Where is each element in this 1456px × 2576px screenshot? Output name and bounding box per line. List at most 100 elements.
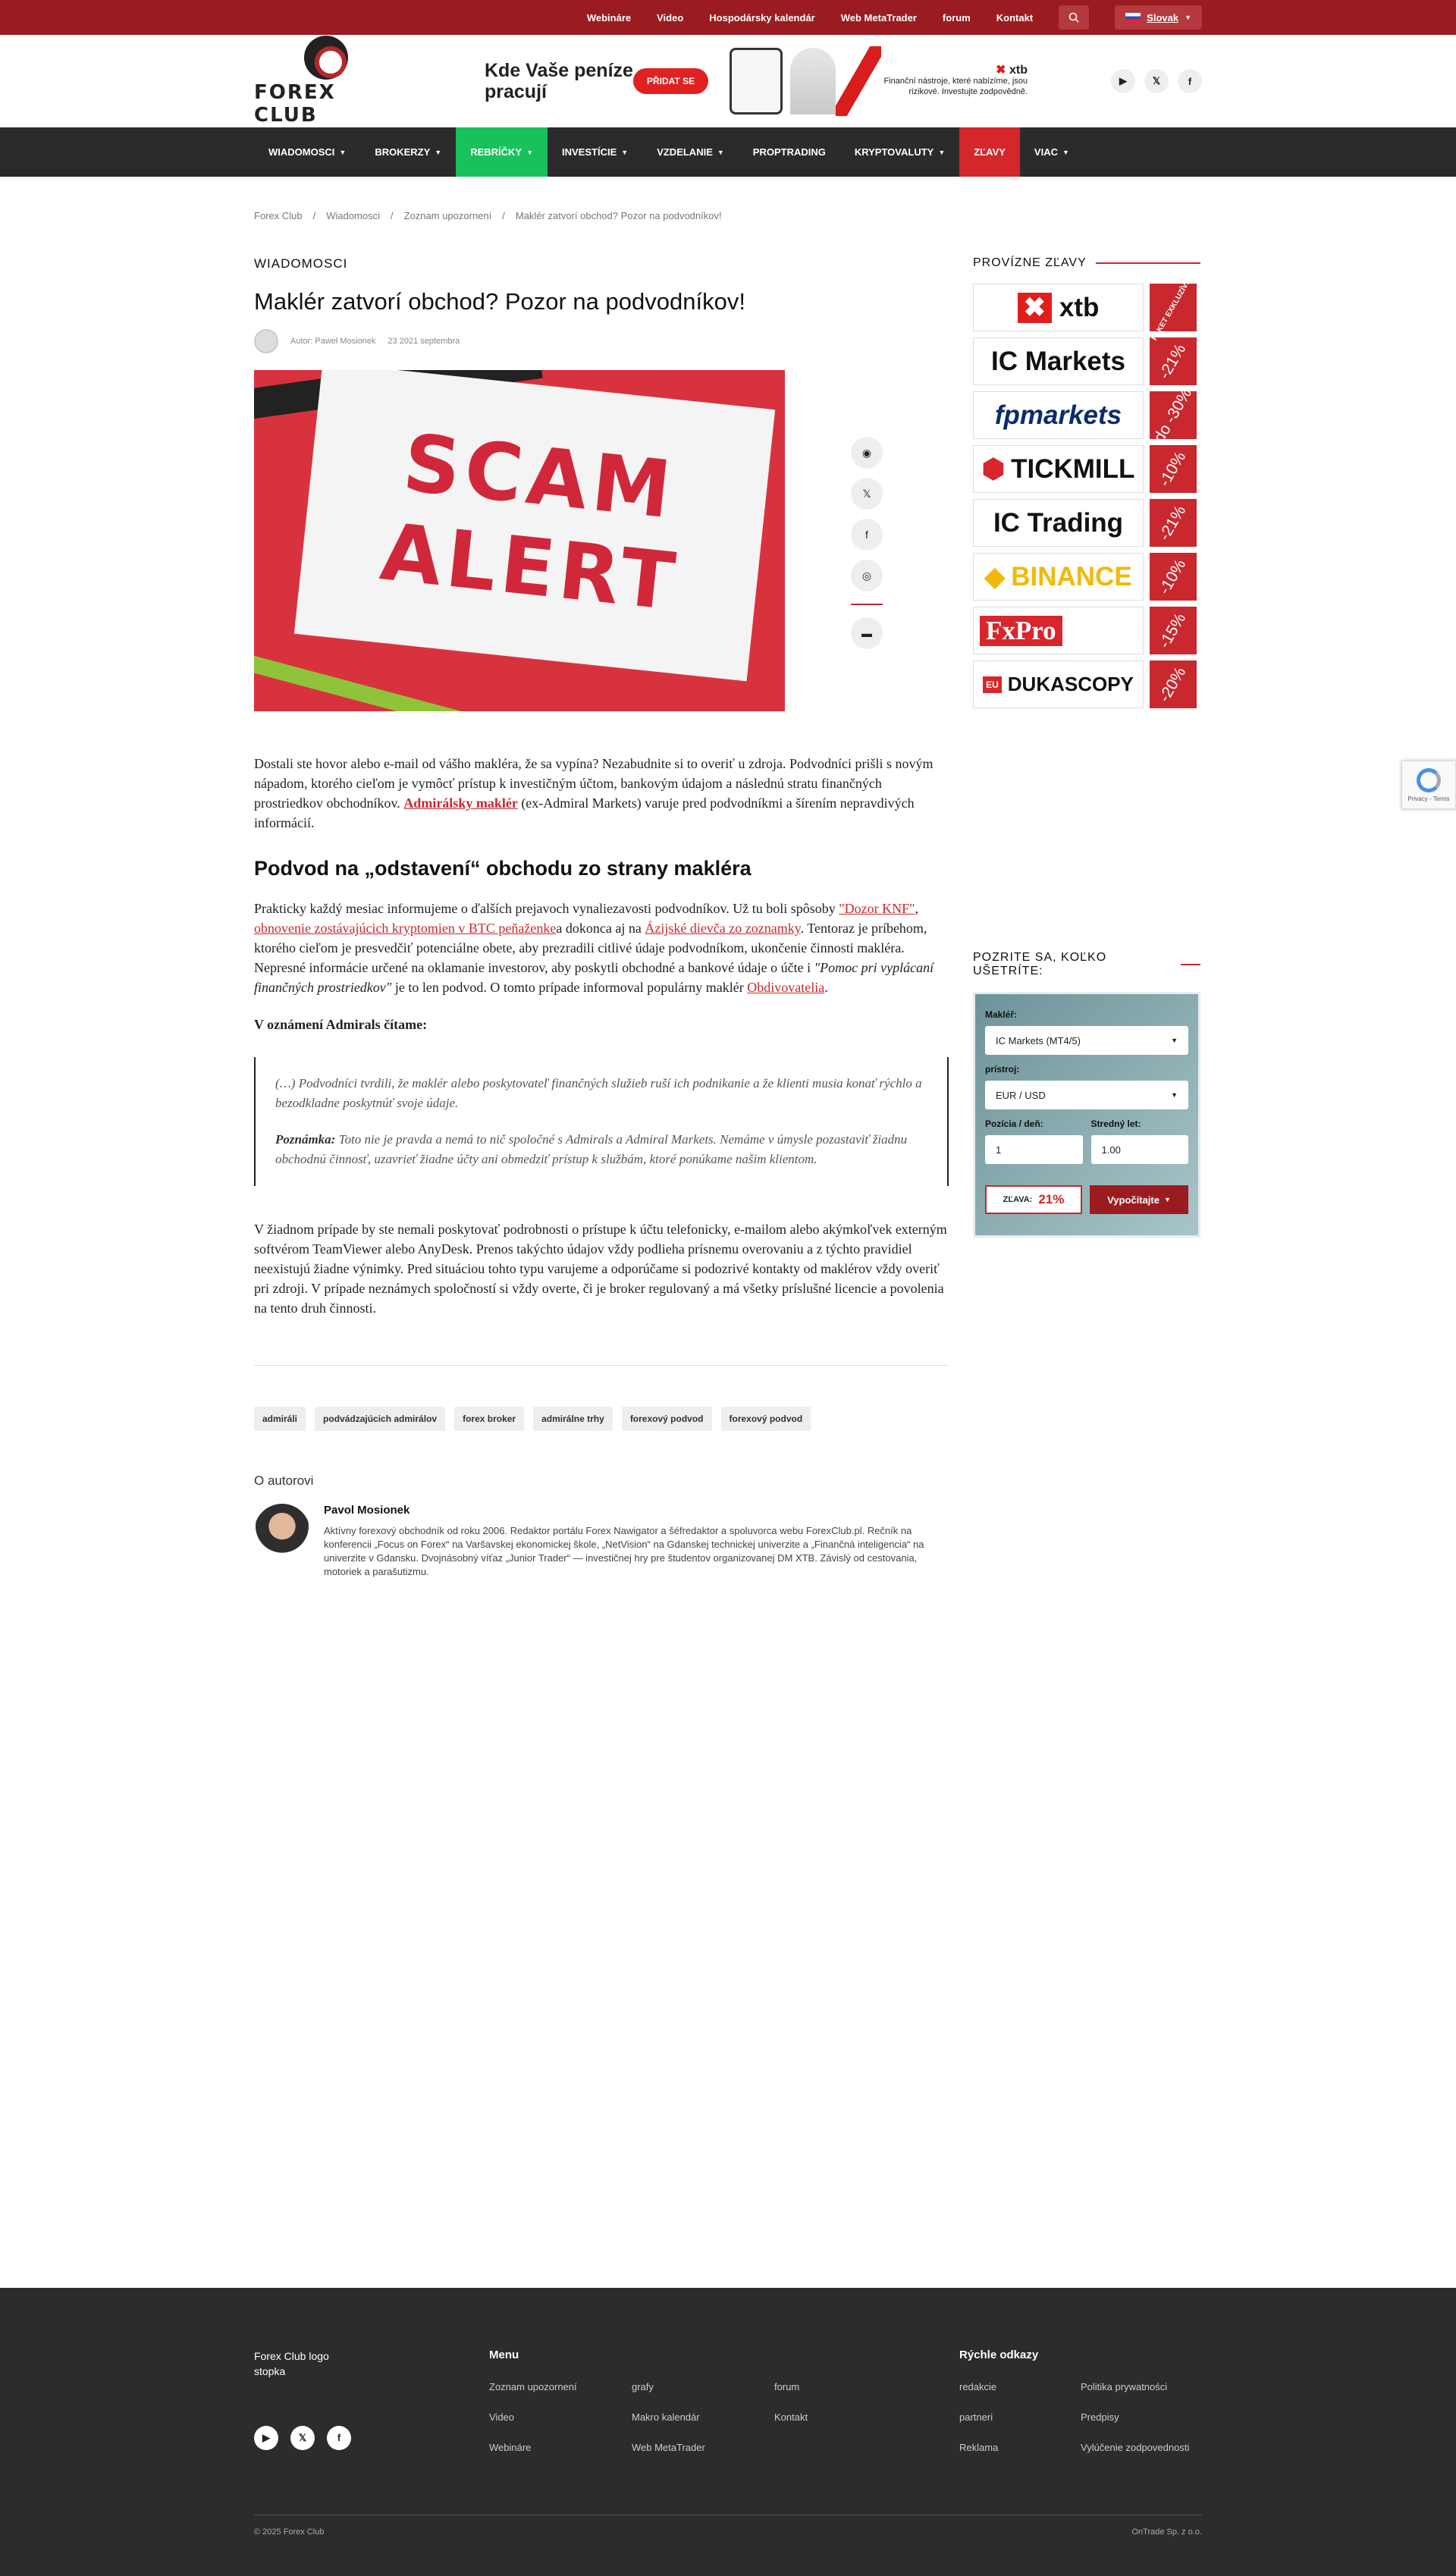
tag[interactable]: forexový podvod xyxy=(621,1407,712,1431)
about-author-heading: O autorovi xyxy=(254,1473,314,1488)
admirals-link[interactable]: Admirálsky maklér xyxy=(403,795,518,811)
footer-quick-links: Rýchle odkazy redakcie Politika prywatno… xyxy=(959,2349,1202,2453)
breadcrumb-home[interactable]: Forex Club xyxy=(254,210,303,221)
nav-viac[interactable]: VIAC ▼ xyxy=(1020,127,1084,177)
nav-wiadomosci[interactable]: WIADOMOSCI ▼ xyxy=(254,127,360,177)
tag[interactable]: podvádzajúcich admirálov xyxy=(315,1407,446,1431)
language-selector[interactable]: Slovak ▼ xyxy=(1115,5,1202,30)
btc-link[interactable]: obnovenie zostávajúcich kryptomien v BTC… xyxy=(254,921,556,936)
footer-link[interactable]: Video xyxy=(489,2411,632,2423)
tag[interactable]: forexový podvod xyxy=(720,1407,811,1431)
instagram-icon[interactable]: ◎ xyxy=(851,560,883,591)
youtube-icon[interactable]: ▶ xyxy=(1111,69,1135,93)
tag[interactable]: admiráli xyxy=(254,1407,306,1431)
nav-investicie[interactable]: INVESTÍCIE ▼ xyxy=(548,127,642,177)
recaptcha-badge[interactable]: Privacy - Terms xyxy=(1401,761,1456,809)
broker-ic-trading[interactable]: IC Trading -21% xyxy=(973,499,1200,547)
footer-link[interactable]: Zoznam upozornení xyxy=(489,2381,632,2392)
author-avatar xyxy=(254,329,278,353)
footer-logo[interactable]: Forex Club logo stopka ▶ 𝕏 f xyxy=(254,2349,489,2453)
breadcrumb-wiadomosci[interactable]: Wiadomosci xyxy=(326,210,380,221)
phone-image xyxy=(730,48,783,115)
footer-link[interactable]: Reklama xyxy=(959,2442,1081,2453)
nav-proptrading[interactable]: PROPTRADING xyxy=(739,127,840,177)
broker-dukascopy[interactable]: EU DUKASCOPY -20% xyxy=(973,660,1200,708)
footer-link[interactable]: forum xyxy=(774,2381,917,2392)
ad-banner[interactable]: Kde Vaše peníze pracují PŘIDAT SE ✖ xtb … xyxy=(482,46,1028,116)
lots-label: Stredný let: xyxy=(1090,1119,1141,1129)
nav-vzdelanie[interactable]: VZDELANIE ▼ xyxy=(642,127,739,177)
knf-link[interactable]: "Dozor KNF" xyxy=(839,901,915,916)
binance-diamond-icon: ◆ xyxy=(984,561,1006,591)
top-link-webinars[interactable]: Webináre xyxy=(587,12,631,24)
footer-link[interactable]: partneri xyxy=(959,2411,1081,2423)
hero-image: SCAM ALERT xyxy=(254,370,785,711)
scam-alert-card: SCAM ALERT xyxy=(293,370,776,682)
comment-icon[interactable]: ▬ xyxy=(851,617,883,649)
sidebar: PROVÍZNE ZĽAVY ✖ xtb PAKET EXKLUZÍVNY IC … xyxy=(973,256,1200,1579)
header: FOREX CLUB Kde Vaše peníze pracují PŘIDA… xyxy=(0,35,1456,127)
broker-ic-markets[interactable]: IC Markets -21% xyxy=(973,337,1200,385)
admirers-link[interactable]: Obdivovatelia xyxy=(747,980,824,995)
broker-tickmill[interactable]: ⬢ TICKMILL -10% xyxy=(973,445,1200,493)
main-nav: WIADOMOSCI ▼ BROKERZY ▼ REBRÍČKY ▼ INVESTÍC… xyxy=(0,127,1456,177)
facebook-icon[interactable]: f xyxy=(851,519,883,551)
footer-link[interactable]: Webináre xyxy=(489,2442,632,2453)
nav-rebricky[interactable]: REBRÍČKY ▼ xyxy=(456,127,548,177)
asian-girl-link[interactable]: Ázijské dievča zo zoznamky xyxy=(645,921,800,936)
banner-button[interactable]: PŘIDAT SE xyxy=(633,68,709,94)
broker-fxpro[interactable]: FxPro -15% xyxy=(973,607,1200,654)
language-label: Slovak xyxy=(1147,11,1179,24)
chevron-down-icon: ▼ xyxy=(1171,1037,1178,1044)
top-link-forum[interactable]: forum xyxy=(943,12,971,24)
banner-right: ✖ xtb Finanční nástroje, které nabízíme,… xyxy=(883,64,1028,97)
broker-binance[interactable]: ◆ BINANCE -10% xyxy=(973,553,1200,601)
caret-down-icon: ▼ xyxy=(1163,1196,1171,1203)
footer-link[interactable]: Vylúčenie zodpovednosti xyxy=(1081,2442,1202,2453)
chevron-down-icon: ▼ xyxy=(717,148,724,156)
tag[interactable]: admirálne trhy xyxy=(533,1407,613,1431)
xtb-x-icon: ✖ xyxy=(996,64,1006,77)
facebook-icon[interactable]: f xyxy=(327,2426,351,2450)
broker-fpmarkets[interactable]: fpmarkets do -30% xyxy=(973,385,1200,445)
lots-input[interactable]: 1.00 xyxy=(1090,1135,1188,1164)
x-twitter-icon[interactable]: 𝕏 xyxy=(290,2426,315,2450)
facebook-icon[interactable]: f xyxy=(1178,69,1202,93)
footer-link[interactable]: Kontakt xyxy=(774,2411,917,2423)
search-button[interactable] xyxy=(1059,5,1090,30)
author-photo xyxy=(254,1504,310,1560)
footer-link[interactable]: redakcie xyxy=(959,2381,1081,2392)
youtube-icon[interactable]: ▶ xyxy=(254,2426,278,2450)
tag-list: admiráli podvádzajúcich admirálov forex … xyxy=(254,1407,949,1431)
chevron-down-icon: ▼ xyxy=(1185,14,1191,21)
footer-link[interactable]: Makro kalendár xyxy=(632,2411,774,2423)
closing-paragraph: V žiadnom prípade by ste nemali poskytov… xyxy=(254,1222,947,1316)
search-icon xyxy=(1068,12,1079,23)
calculate-button[interactable]: Vypočítajte ▼ xyxy=(1090,1185,1188,1214)
nav-kryptovaluty[interactable]: KRYPTOVALUTY ▼ xyxy=(840,127,959,177)
positions-input[interactable]: 1 xyxy=(985,1135,1083,1164)
instrument-select[interactable]: EUR / USD ▼ xyxy=(985,1081,1188,1109)
nav-zlavy[interactable]: ZĽAVY xyxy=(959,127,1020,177)
footer-link[interactable]: Politika prywatności xyxy=(1081,2381,1202,2392)
messenger-icon[interactable]: ◉ xyxy=(851,437,883,469)
nav-brokerzy[interactable]: BROKERZY ▼ xyxy=(360,127,456,177)
company-name: OnTrade Sp. z o.o. xyxy=(1131,2527,1202,2537)
footer-link[interactable]: Predpisy xyxy=(1081,2411,1202,2423)
footer-link[interactable]: grafy xyxy=(632,2381,774,2392)
broker-select[interactable]: IC Markets (MT4/5) ▼ xyxy=(985,1026,1188,1055)
site-logo[interactable]: FOREX CLUB xyxy=(254,36,398,127)
top-link-metatrader[interactable]: Web MetaTrader xyxy=(841,12,917,24)
blockquote: (…) Podvodníci tvrdili, že maklér alebo … xyxy=(254,1057,949,1186)
top-link-contact[interactable]: Kontakt xyxy=(996,12,1033,24)
x-twitter-icon[interactable]: 𝕏 xyxy=(851,478,883,510)
tag[interactable]: forex broker xyxy=(454,1407,525,1431)
breadcrumb-alerts[interactable]: Zoznam upozornení xyxy=(404,210,492,221)
chevron-down-icon: ▼ xyxy=(339,148,347,156)
footer-link[interactable]: Web MetaTrader xyxy=(632,2442,774,2453)
body-paragraph: Prakticky každý mesiac informujeme o ďal… xyxy=(254,901,934,995)
top-link-video[interactable]: Video xyxy=(657,12,683,24)
broker-xtb[interactable]: ✖ xtb PAKET EXKLUZÍVNY xyxy=(973,273,1200,342)
top-link-calendar[interactable]: Hospodársky kalendár xyxy=(709,12,814,24)
x-twitter-icon[interactable]: 𝕏 xyxy=(1144,69,1169,93)
